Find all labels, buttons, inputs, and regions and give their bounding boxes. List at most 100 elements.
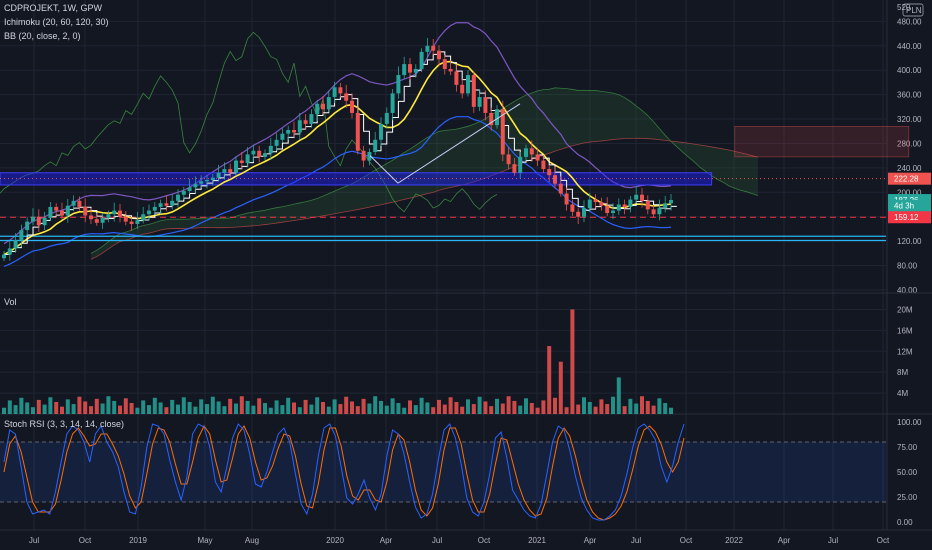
price-badge-label: 222.28	[894, 175, 919, 184]
volume-tick-label: 16M	[897, 326, 913, 335]
symbol-legend[interactable]: CDPROJEKT, 1W, GPW	[4, 3, 102, 13]
candle-body	[622, 204, 627, 207]
volume-bar	[321, 401, 325, 414]
volume-bar	[7, 400, 12, 414]
volume-bar	[367, 403, 372, 414]
volume-tick-label: 20M	[897, 305, 913, 314]
volume-bar	[147, 405, 151, 414]
volume-bar	[292, 402, 296, 414]
candle-body	[280, 133, 285, 140]
candle-body	[645, 200, 650, 210]
candle-body	[152, 206, 157, 211]
candle-body	[524, 148, 528, 157]
candle-body	[89, 215, 93, 220]
ichimoku-legend[interactable]: Ichimoku (20, 60, 120, 30)	[4, 17, 109, 27]
candle-body	[147, 210, 151, 215]
candle-body	[634, 194, 639, 200]
volume-bar	[112, 400, 117, 414]
volume-bar	[454, 401, 459, 414]
volume-legend[interactable]: Vol	[4, 297, 17, 307]
volume-bar	[36, 399, 41, 414]
volume-tick-label: 12M	[897, 347, 913, 356]
x-tick-label: 2022	[725, 536, 743, 545]
candle-body	[326, 97, 331, 110]
volume-bar	[466, 399, 470, 414]
x-tick-label: 2020	[326, 536, 344, 545]
volume-bar	[512, 400, 517, 414]
volume-bar	[280, 405, 285, 414]
chart-canvas[interactable]: Jul Oct 2019 May Aug 2020 Apr Jul Oct 2021 Apr Jul O…	[0, 0, 932, 550]
volume-bar	[187, 401, 192, 414]
volume-bar	[396, 403, 401, 414]
volume-bar	[176, 404, 180, 414]
candle-body	[199, 181, 204, 184]
volume-bar	[164, 407, 169, 414]
candle-body	[396, 75, 401, 94]
candle-body	[19, 230, 24, 240]
bb-legend[interactable]: BB (20, close, 2, 0)	[4, 31, 81, 41]
candle-body	[442, 59, 447, 69]
candle-body	[477, 97, 482, 107]
candle-body	[425, 45, 430, 52]
volume-bar	[582, 397, 586, 414]
x-tick-label: Apr	[778, 536, 791, 545]
volume-bar	[605, 404, 610, 414]
volume-bar	[332, 399, 337, 414]
candle-body	[216, 172, 221, 178]
candle-body	[210, 177, 215, 181]
volume-bar	[471, 404, 476, 414]
volume-bar	[645, 400, 650, 414]
x-tick-label: Oct	[877, 536, 890, 545]
volume-bar	[384, 405, 389, 414]
volume-bar	[460, 406, 465, 414]
candle-body	[593, 199, 598, 203]
candle-body	[582, 208, 586, 217]
volume-bar	[222, 406, 227, 414]
candle-body	[77, 200, 82, 207]
volume-bar	[616, 377, 621, 414]
price-badge-label: 4d 3h	[894, 202, 914, 211]
stoch-tick-label: 0.00	[897, 518, 913, 527]
stoch-tick-label: 50.00	[897, 468, 918, 477]
volume-bar	[628, 398, 633, 414]
candle-body	[651, 209, 656, 215]
volume-bar	[634, 403, 639, 414]
volume-bar	[663, 403, 668, 414]
candle-body	[48, 206, 53, 218]
candle-body	[384, 112, 389, 124]
volume-bar	[141, 400, 146, 414]
volume-bar	[234, 403, 238, 414]
candle-body	[100, 217, 105, 223]
volume-bar	[19, 397, 24, 414]
candle-body	[228, 169, 233, 173]
volume-bar	[344, 396, 349, 414]
volume-bar	[135, 407, 140, 414]
candle-body	[42, 217, 47, 226]
candle-body	[94, 219, 99, 223]
candle-body	[181, 191, 186, 195]
candle-body	[123, 216, 128, 222]
volume-bar	[390, 398, 395, 414]
candle-body	[599, 202, 604, 206]
volume-bar	[129, 403, 134, 414]
candle-body	[54, 206, 59, 211]
candle-body	[257, 150, 262, 157]
stoch-rsi-legend[interactable]: Stoch RSI (3, 3, 14, 14, close)	[4, 419, 124, 429]
candle-body	[495, 109, 499, 126]
price-tick-label: 400.00	[897, 66, 922, 75]
volume-bar	[245, 400, 250, 414]
candle-body	[361, 150, 366, 161]
volume-bar	[309, 404, 314, 414]
candle-body	[344, 93, 349, 101]
volume-bar	[442, 404, 447, 414]
volume-bar	[587, 401, 592, 414]
volume-bar	[483, 401, 488, 414]
candle-body	[129, 221, 134, 225]
x-tick-label: Oct	[79, 536, 92, 545]
candle-body	[576, 211, 581, 217]
volume-bar	[2, 407, 6, 414]
candle-body	[518, 156, 523, 173]
volume-bar	[326, 406, 331, 414]
candle-body	[547, 169, 552, 176]
x-tick-label: Jul	[29, 536, 39, 545]
